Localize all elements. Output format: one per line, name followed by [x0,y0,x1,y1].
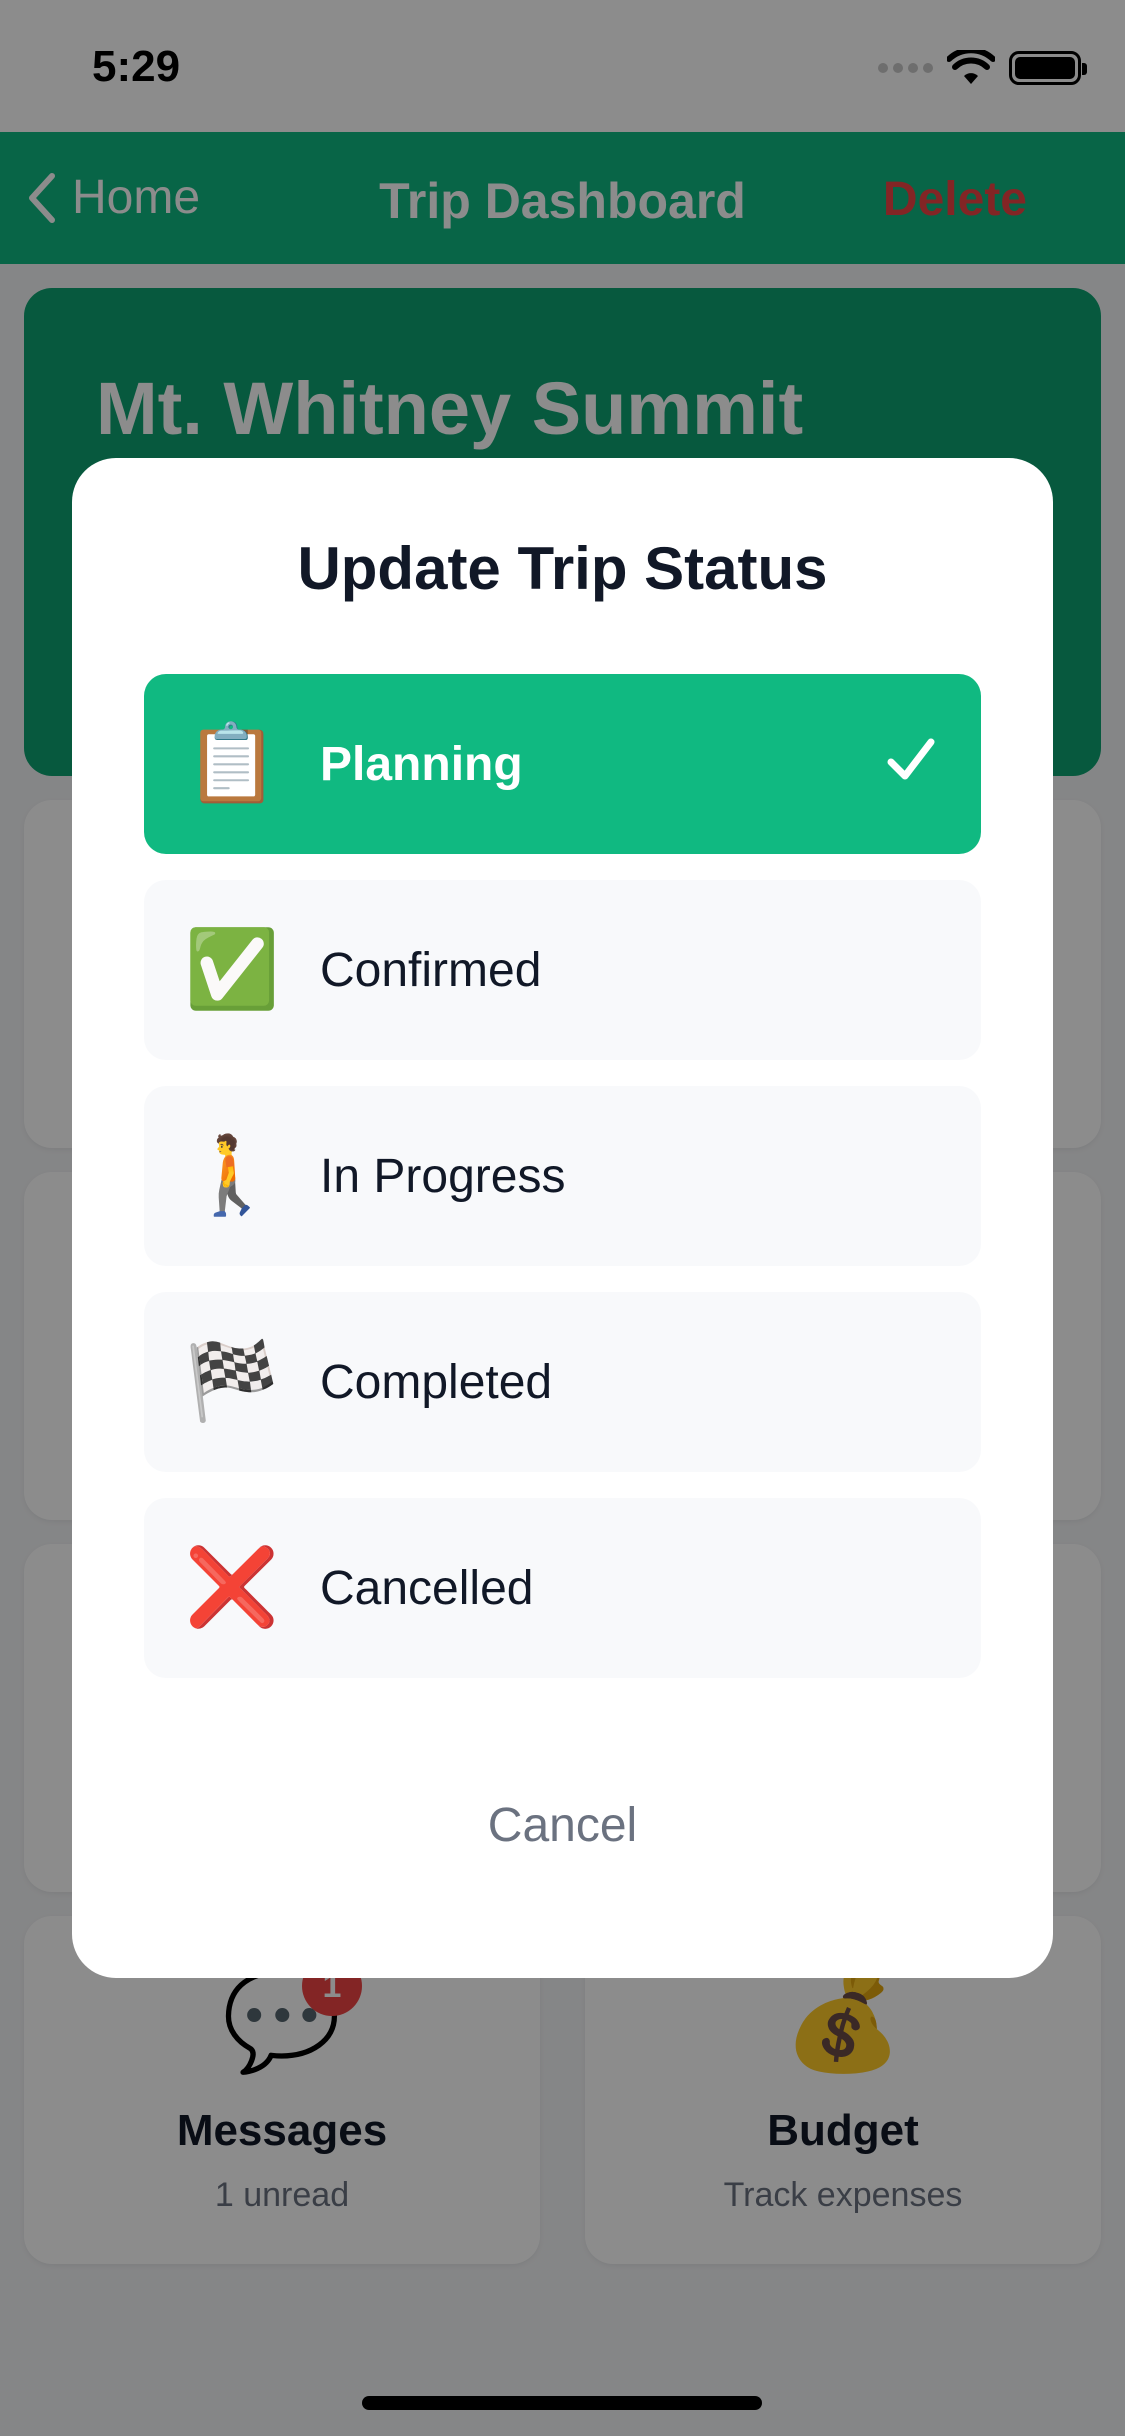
check-mark-button-icon: ✅ [184,927,280,1012]
cross-mark-icon: ❌ [184,1545,280,1630]
modal-title: Update Trip Status [297,535,828,602]
home-indicator[interactable] [362,2396,762,2410]
person-walking-icon: 🚶 [184,1133,280,1218]
option-label: Confirmed [320,943,542,997]
status-option-cancelled[interactable]: ❌ Cancelled [144,1498,981,1678]
option-label: Cancelled [320,1561,534,1615]
update-status-modal: Update Trip Status 📋 Planning ✅ Confirme… [72,458,1053,1978]
clipboard-icon: 📋 [184,721,280,806]
option-label: In Progress [320,1149,566,1203]
status-option-in-progress[interactable]: 🚶 In Progress [144,1086,981,1266]
option-label: Completed [320,1355,553,1409]
status-option-confirmed[interactable]: ✅ Confirmed [144,880,981,1060]
status-option-completed[interactable]: 🏁 Completed [144,1292,981,1472]
cancel-button[interactable]: Cancel [72,1798,1053,1853]
checkmark-icon [887,738,935,780]
checkered-flag-icon: 🏁 [184,1339,280,1424]
option-label: Planning [320,737,523,791]
status-option-planning[interactable]: 📋 Planning [144,674,981,854]
